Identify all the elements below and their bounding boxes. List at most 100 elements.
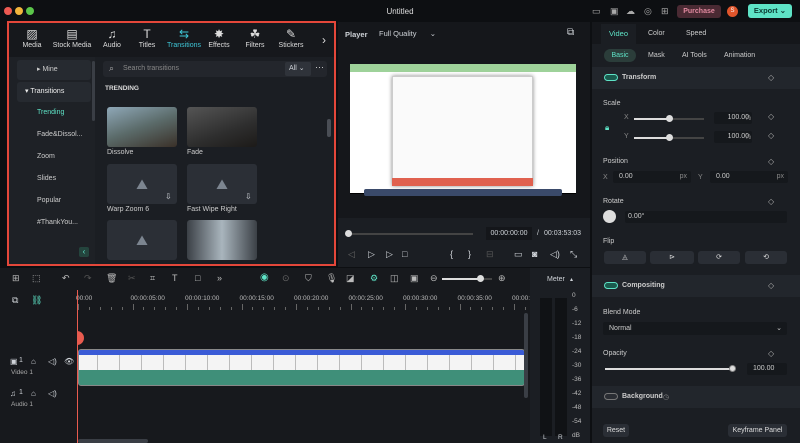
compositing-section-header[interactable]: Compositing ◇ [592, 275, 800, 297]
transition-item-fade[interactable]: Fade [187, 107, 257, 156]
keyframe-icon[interactable]: ◇ [768, 131, 774, 140]
tab-effects[interactable]: ✸ Effects [200, 27, 238, 49]
stop-icon[interactable]: □ [402, 249, 407, 259]
transition-item-warp-zoom-6[interactable]: ⛰ ⇩ Warp Zoom 6 [107, 164, 177, 213]
playback-scrubber[interactable] [345, 230, 473, 237]
video-clip[interactable] [78, 349, 525, 386]
background-toggle[interactable] [604, 393, 618, 400]
export-button[interactable]: Export ⌄ [748, 4, 792, 18]
avatar[interactable]: S [727, 6, 738, 17]
tab-color[interactable]: Color [648, 30, 665, 37]
mark-out-icon[interactable]: } [468, 249, 471, 259]
sidebar-item-transitions[interactable]: ▾ Transitions [17, 82, 91, 102]
timeline-vertical-scrollbar[interactable] [524, 313, 528, 398]
more-tools-icon[interactable]: » [217, 273, 222, 283]
ai-icon[interactable]: ◉ [260, 272, 269, 283]
rotate-right-button[interactable]: ⟳ [698, 251, 740, 264]
tab-audio[interactable]: ♫ Audio [93, 27, 131, 49]
sidebar-item-zoom[interactable]: Zoom [17, 147, 91, 167]
microphone-icon[interactable]: 🎙︎ [326, 273, 337, 284]
marker-icon[interactable]: ⛉ [305, 273, 312, 284]
sidebar-item-slides[interactable]: Slides [17, 169, 91, 189]
purchase-button[interactable]: Purchase [677, 5, 721, 18]
transition-item[interactable] [187, 220, 257, 260]
redo-icon[interactable]: ↷ [84, 273, 92, 284]
chevron-right-icon[interactable]: › [322, 33, 326, 47]
replace-icon[interactable]: ◪ [346, 273, 355, 284]
shape-icon[interactable]: □ [195, 273, 200, 283]
keyframe-icon[interactable]: ◇ [768, 349, 774, 358]
play-icon[interactable]: ▷ [386, 249, 393, 260]
meter-menu-icon[interactable]: ▴ [570, 276, 573, 283]
flip-vertical-button[interactable]: ◬ [604, 251, 646, 264]
text-tool-icon[interactable]: T [172, 273, 178, 283]
position-x-input[interactable]: 0.00 px [613, 171, 691, 183]
sidebar-item-fade-dissolve[interactable]: Fade&Dissol... [17, 125, 91, 145]
grid-icon[interactable]: ⊞ [661, 6, 669, 17]
tab-stickers[interactable]: ✎ Stickers [272, 27, 310, 49]
tab-video[interactable]: Video [601, 24, 636, 44]
link-icon[interactable]: ⛓ [31, 295, 42, 306]
fullscreen-icon[interactable]: ⤡ [570, 249, 577, 260]
mute-track-icon[interactable]: ◁) [48, 357, 57, 366]
search-input[interactable]: ⌕ Search transitions All ⌄ ⋯ [103, 61, 327, 77]
sidebar-item-trending[interactable]: Trending [17, 103, 91, 123]
zoom-slider[interactable] [442, 275, 492, 282]
playhead-handle[interactable] [77, 331, 84, 345]
collapse-sidebar-button[interactable]: ‹ [79, 247, 89, 257]
keyframe-icon[interactable]: ◇ [768, 281, 774, 290]
filter-dropdown[interactable]: All ⌄ [285, 62, 311, 76]
download-icon[interactable]: ⇩ [165, 192, 172, 201]
lock-track-icon[interactable]: ⌂ [31, 389, 36, 398]
compositing-toggle[interactable] [604, 282, 618, 289]
zoom-out-icon[interactable]: ⊖ [430, 273, 438, 284]
download-icon[interactable]: ⇩ [245, 192, 252, 201]
add-track-icon[interactable]: ⧉ [12, 295, 18, 306]
transition-item[interactable]: ⛰ [107, 220, 177, 260]
tab-titles[interactable]: T Titles [128, 27, 166, 49]
rotate-input[interactable]: 0.00° [625, 211, 787, 223]
scale-y-slider[interactable] [634, 134, 704, 141]
transition-item-fast-wipe-right[interactable]: ⛰ ⇩ Fast Wipe Right [187, 164, 257, 213]
transition-item-dissolve[interactable]: Dissolve [107, 107, 177, 156]
zoom-in-icon[interactable]: ⊕ [498, 273, 506, 284]
tab-stock-media[interactable]: ▤ Stock Media [49, 27, 95, 49]
crop-icon[interactable]: ⌗ [150, 273, 155, 284]
position-y-input[interactable]: 0.00 px [710, 171, 788, 183]
volume-icon[interactable]: ◁) [550, 249, 560, 260]
opacity-input[interactable]: 100.00 [747, 363, 787, 375]
mute-track-icon[interactable]: ◁) [48, 389, 57, 398]
snap-icon[interactable]: ⚙ [370, 273, 378, 284]
step-play-icon[interactable]: ▷ [368, 249, 375, 260]
visibility-eye-icon[interactable]: 👁︎ [64, 357, 74, 366]
video-preview[interactable] [350, 64, 576, 196]
tab-speed[interactable]: Speed [686, 30, 706, 37]
keyframe-icon[interactable]: ◇ [768, 112, 774, 121]
reset-button[interactable]: Reset [603, 424, 629, 437]
select-tool-icon[interactable]: ⬚ [32, 273, 41, 284]
keyframe-icon[interactable]: ◇ [768, 73, 774, 82]
play-clip-icon[interactable]: ⊙ [282, 273, 290, 284]
rotate-left-button[interactable]: ⟲ [745, 251, 787, 264]
undo-icon[interactable]: ↶ [62, 273, 70, 284]
rotate-dial[interactable] [603, 210, 616, 223]
scale-x-slider[interactable] [634, 115, 704, 122]
sidebar-item-thankyou[interactable]: #ThankYou... [17, 213, 91, 233]
sidebar-scrollbar[interactable] [92, 61, 95, 121]
snapshot-display-icon[interactable]: ⧉ [567, 27, 574, 38]
cloud-icon[interactable]: ☁ [626, 6, 635, 17]
auto-highlight-icon[interactable]: ◫ [390, 273, 399, 284]
split-icon[interactable]: ✂ [128, 273, 136, 284]
timeline-ruler[interactable]: 00:00 00:00:05:00 00:00:10:00 00:00:15:00 00… [76, 290, 559, 312]
transform-toggle[interactable] [604, 74, 618, 81]
tab-filters[interactable]: ☘ Filters [236, 27, 274, 49]
mark-in-icon[interactable]: { [450, 249, 453, 259]
subtitle-icon[interactable]: ▣ [410, 273, 419, 284]
keyframe-icon[interactable]: ◇ [768, 157, 774, 166]
multi-track-icon[interactable]: ⊞ [12, 273, 20, 284]
opacity-slider[interactable] [605, 365, 736, 372]
sidebar-item-mine[interactable]: ▸ Mine [17, 60, 91, 80]
keyframe-panel-button[interactable]: Keyframe Panel [728, 424, 787, 437]
lock-ratio-icon[interactable]: 🔒︎ [605, 123, 609, 133]
headset-icon[interactable]: ◎ [644, 6, 652, 17]
